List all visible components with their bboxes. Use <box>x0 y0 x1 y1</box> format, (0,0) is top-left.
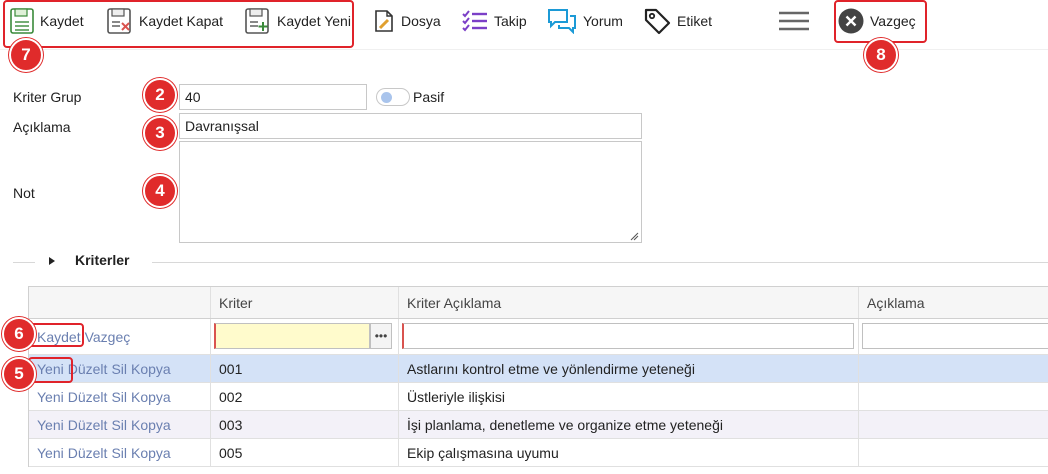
section-title[interactable]: Kriterler <box>75 252 129 268</box>
edit-cancel-link[interactable]: Vazgeç <box>85 329 131 345</box>
annotation-box-save-group <box>3 0 354 48</box>
file-label: Dosya <box>401 13 441 29</box>
column-header-description[interactable]: Açıklama <box>859 287 1048 318</box>
table-row[interactable]: Yeni Düzelt Sil Kopya 005 Ekip çalışması… <box>29 439 1048 467</box>
row-description <box>859 439 1048 466</box>
comment-icon <box>548 9 576 34</box>
row-code: 003 <box>211 411 399 438</box>
comment-label: Yorum <box>583 13 623 29</box>
table-row[interactable]: Yeni Düzelt Sil Kopya 003 İşi planlama, … <box>29 411 1048 439</box>
row-actions-cell: Yeni Düzelt Sil Kopya <box>29 439 211 466</box>
section-divider-left <box>13 262 35 263</box>
follow-label: Takip <box>494 13 527 29</box>
checklist-icon <box>462 10 487 32</box>
row-code: 001 <box>211 355 399 382</box>
row-criteria-description: Üstleriyle ilişkisi <box>399 383 859 410</box>
hamburger-menu-icon <box>779 11 809 31</box>
resize-handle-icon <box>630 232 639 241</box>
file-icon <box>375 10 393 32</box>
table-row[interactable]: Yeni Düzelt Sil Kopya 002 Üstleriyle ili… <box>29 383 1048 411</box>
row-copy-link[interactable]: Kopya <box>131 389 171 405</box>
row-delete-link[interactable]: Sil <box>111 389 127 405</box>
row-new-link[interactable]: Yeni <box>37 417 64 433</box>
criteria-group-input[interactable]: 40 <box>179 84 367 110</box>
description-label: Açıklama <box>13 119 71 135</box>
column-header-actions <box>29 287 211 318</box>
criteria-group-label: Kriter Grup <box>13 89 82 105</box>
row-edit-link[interactable]: Düzelt <box>68 445 108 461</box>
row-edit-link[interactable]: Düzelt <box>68 389 108 405</box>
section-divider-right <box>152 262 1048 263</box>
row-criteria-description: Ekip çalışmasına uyumu <box>399 439 859 466</box>
row-delete-link[interactable]: Sil <box>111 361 127 377</box>
row-copy-link[interactable]: Kopya <box>131 417 171 433</box>
row-code: 002 <box>211 383 399 410</box>
annotation-badge-4: 4 <box>143 174 177 208</box>
row-actions-cell: Yeni Düzelt Sil Kopya <box>29 383 211 410</box>
annotation-badge-8: 8 <box>864 38 898 72</box>
row-criteria-description: İşi planlama, denetleme ve organize etme… <box>399 411 859 438</box>
annotation-box-cancel <box>834 0 927 43</box>
edit-criteria-cell: ••• <box>211 319 399 354</box>
passive-toggle[interactable] <box>376 88 410 106</box>
annotation-badge-7: 7 <box>9 38 43 72</box>
file-button[interactable]: Dosya <box>373 0 441 42</box>
row-copy-link[interactable]: Kopya <box>131 445 171 461</box>
row-new-link[interactable]: Yeni <box>37 389 64 405</box>
tag-label: Etiket <box>677 13 713 29</box>
caret-right-icon[interactable] <box>48 256 56 266</box>
comment-button[interactable]: Yorum <box>547 0 623 42</box>
note-textarea[interactable] <box>179 141 642 243</box>
annotation-badge-6: 6 <box>2 317 36 351</box>
row-actions-cell: Yeni Düzelt Sil Kopya <box>29 411 211 438</box>
grid-edit-row: Kaydet Vazgeç ••• <box>29 319 1048 355</box>
criteria-grid: Kriter Kriter Açıklama Açıklama Kaydet V… <box>28 286 1048 467</box>
follow-button[interactable]: Takip <box>462 0 527 42</box>
grid-header: Kriter Kriter Açıklama Açıklama <box>29 287 1048 319</box>
edit-description-input[interactable] <box>862 323 1048 349</box>
row-description <box>859 411 1048 438</box>
row-edit-link[interactable]: Düzelt <box>68 417 108 433</box>
edit-description-cell <box>859 319 1048 354</box>
row-criteria-description: Astlarını kontrol etme ve yönlendirme ye… <box>399 355 859 382</box>
note-label: Not <box>13 185 35 201</box>
description-input[interactable]: Davranışsal <box>179 113 642 139</box>
annotation-badge-5: 5 <box>2 357 36 391</box>
annotation-badge-3: 3 <box>143 116 177 150</box>
lookup-ellipsis-button[interactable]: ••• <box>370 323 392 349</box>
column-header-criteria-description[interactable]: Kriter Açıklama <box>399 287 859 318</box>
column-header-criteria[interactable]: Kriter <box>211 287 399 318</box>
row-copy-link[interactable]: Kopya <box>131 361 171 377</box>
row-delete-link[interactable]: Sil <box>111 417 127 433</box>
row-new-link[interactable]: Yeni <box>37 445 64 461</box>
edit-criteria-description-cell <box>399 319 859 354</box>
row-description <box>859 355 1048 382</box>
annotation-badge-2: 2 <box>143 78 177 112</box>
edit-criteria-input[interactable] <box>214 323 370 349</box>
menu-button[interactable] <box>779 0 809 42</box>
tag-icon <box>644 8 671 35</box>
edit-criteria-description-input[interactable] <box>402 323 854 349</box>
toggle-knob <box>381 92 392 103</box>
table-row[interactable]: Yeni Düzelt Sil Kopya 001 Astlarını kont… <box>29 355 1048 383</box>
annotation-box-edit-save <box>28 323 84 347</box>
row-description <box>859 383 1048 410</box>
row-code: 005 <box>211 439 399 466</box>
passive-label: Pasif <box>413 89 445 105</box>
row-delete-link[interactable]: Sil <box>111 445 127 461</box>
row-edit-link[interactable]: Düzelt <box>68 361 108 377</box>
tag-button[interactable]: Etiket <box>643 0 712 42</box>
